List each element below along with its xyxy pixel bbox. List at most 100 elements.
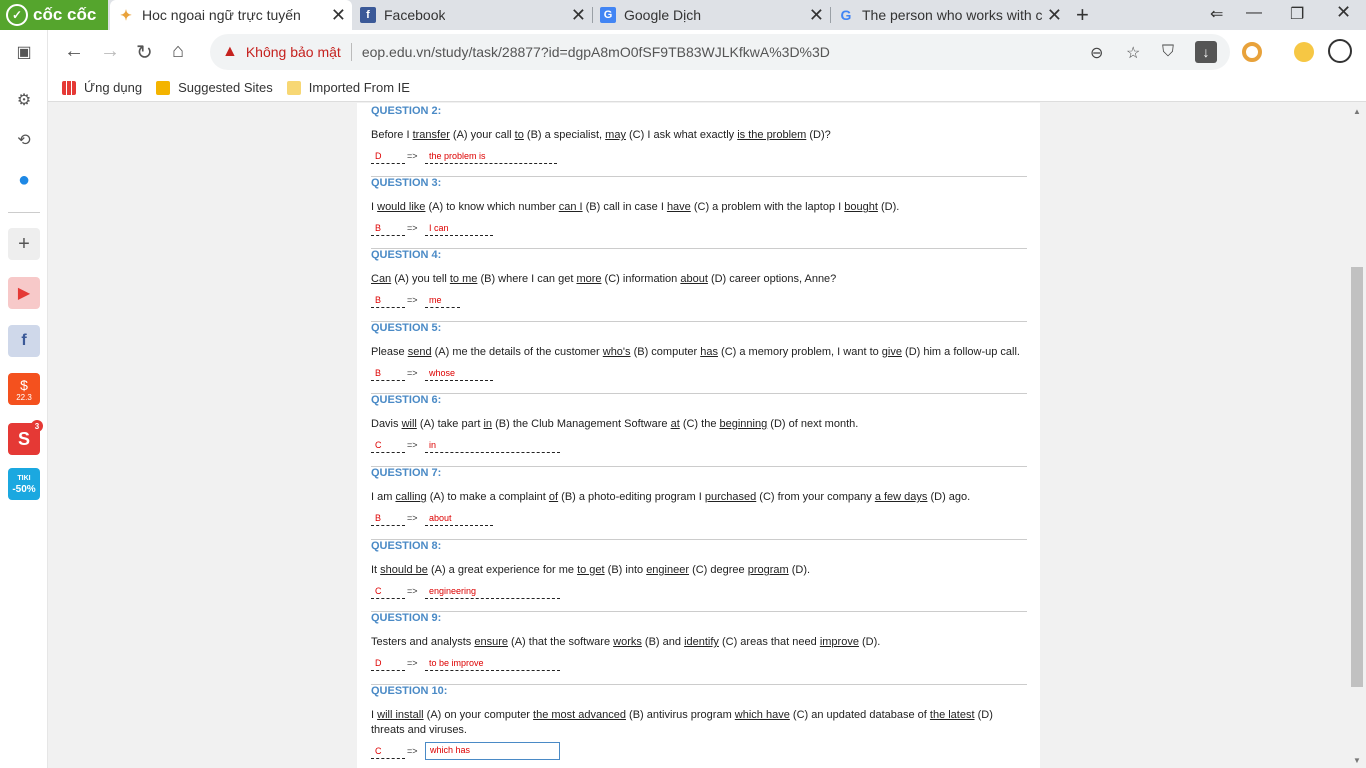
question-fragment: (B) where I can get [477, 273, 577, 285]
tiki-label: TIKI [17, 475, 31, 482]
correction-input[interactable]: which has [425, 742, 560, 760]
sparkle-icon: ✦ [120, 6, 132, 23]
google-translate-icon: G [600, 7, 616, 23]
tab-hoc-ngoai-ngu[interactable]: ✦ Hoc ngoai ngữ trực tuyến ✕ [110, 0, 352, 30]
correction-input[interactable]: whose [425, 367, 493, 381]
correction-input[interactable]: about [425, 512, 493, 526]
minimize-icon[interactable]: — [1246, 4, 1262, 22]
question-text: Davis will (A) take part in (B) the Club… [371, 417, 1027, 432]
answer-letter-input[interactable]: C [371, 745, 405, 759]
browser-toolbar: ← → ↻ ⌂ ▲ Không bảo mật eop.edu.vn/study… [0, 30, 1366, 74]
tab-title: Facebook [384, 7, 446, 23]
question-fragment: (C) from your company [756, 491, 875, 503]
arrow-label: => [407, 440, 418, 450]
url-text[interactable]: eop.edu.vn/study/task/28877?id=dgpA8mO0f… [362, 44, 830, 60]
bing-icon [156, 80, 171, 95]
shield-icon[interactable]: ⛉ [1162, 43, 1174, 61]
sendo-icon[interactable]: S3 [8, 420, 43, 455]
youtube-icon[interactable]: ▶ [8, 277, 40, 309]
history-icon[interactable]: ⟲ [8, 124, 40, 156]
close-icon[interactable]: ✕ [809, 5, 824, 26]
emoji-icon[interactable] [1294, 42, 1314, 62]
underlined-option: in [483, 418, 493, 430]
bookmark-apps[interactable]: Ứng dụng [62, 80, 142, 95]
messenger-icon[interactable]: ● [8, 164, 40, 196]
answer-letter-input[interactable]: D [371, 150, 405, 164]
facebook-sidebar-icon[interactable]: f [8, 325, 40, 357]
arrow-label: => [407, 295, 418, 305]
question-title: QUESTION 8: [371, 540, 442, 552]
question-fragment: (A) take part [416, 418, 484, 430]
correction-input[interactable]: to be improve [425, 657, 560, 671]
answer-letter-input[interactable]: C [371, 585, 405, 599]
answer-letter-input[interactable]: B [371, 222, 405, 236]
address-bar[interactable]: ▲ Không bảo mật eop.edu.vn/study/task/28… [210, 34, 1230, 70]
left-sidebar: ▣ ⚙ ⟲ ● + ▶ f $ 22.3 S3 TIKI -50% [0, 30, 48, 768]
underlined-option: is the problem [737, 129, 807, 141]
correction-input[interactable]: engineering [425, 585, 560, 599]
back-arrow-icon[interactable]: ← [64, 40, 84, 63]
question-title: QUESTION 10: [371, 685, 448, 697]
question-fragment: (A) you tell [391, 273, 450, 285]
answer-row: C => engineering [371, 585, 1027, 607]
settings-gear-icon[interactable]: ⚙ [8, 84, 40, 116]
correction-input[interactable]: me [425, 294, 460, 308]
profile-icon[interactable] [1328, 39, 1352, 63]
tab-google-dich[interactable]: G Google Dịch ✕ [592, 0, 830, 30]
reload-icon[interactable]: ↻ [136, 40, 153, 65]
bookmark-label: Imported From IE [308, 80, 410, 95]
question-fragment: (D). [877, 201, 900, 213]
answer-letter-input[interactable]: D [371, 657, 405, 671]
answer-letter-input[interactable]: B [371, 512, 405, 526]
tab-facebook[interactable]: f Facebook ✕ [352, 0, 592, 30]
arrow-label: => [407, 746, 418, 756]
scrollbar-thumb[interactable] [1351, 267, 1363, 687]
tab-menu-icon[interactable]: ⇐ [1210, 4, 1223, 24]
scroll-down-arrow-icon[interactable]: ▼ [1353, 756, 1361, 765]
home-icon[interactable]: ⌂ [172, 40, 184, 63]
underlined-option: has [700, 346, 718, 358]
bookmark-star-icon[interactable]: ☆ [1126, 43, 1140, 63]
correction-input[interactable]: the problem is [425, 150, 557, 164]
apps-grid-icon [62, 80, 76, 95]
security-label[interactable]: Không bảo mật [246, 44, 341, 60]
close-icon[interactable]: ✕ [331, 5, 346, 26]
question-title: QUESTION 5: [371, 322, 442, 334]
correction-input[interactable]: I can [425, 222, 493, 236]
bookmark-imported-from-ie[interactable]: Imported From IE [286, 80, 410, 95]
scroll-up-arrow-icon[interactable]: ▲ [1353, 107, 1361, 116]
coccoc-logo[interactable]: ✓ cốc cốc [0, 0, 108, 30]
sidebar-divider [8, 212, 40, 213]
sidebar-panel-icon[interactable]: ▣ [8, 36, 40, 68]
answer-letter-input[interactable]: B [371, 367, 405, 381]
correction-input[interactable]: in [425, 439, 560, 453]
question-fragment: (D)? [806, 129, 831, 141]
underlined-option: calling [395, 491, 427, 503]
question-text: I would like (A) to know which number ca… [371, 200, 1027, 215]
bookmark-suggested-sites[interactable]: Suggested Sites [156, 80, 273, 95]
shopee-icon[interactable]: $ 22.3 [8, 373, 40, 405]
restore-icon[interactable]: ❐ [1290, 4, 1304, 24]
download-icon[interactable]: ↓ [1195, 41, 1217, 63]
question-fragment: (C) I ask what exactly [625, 129, 738, 141]
arrow-label: => [407, 368, 418, 378]
tab-google-search[interactable]: G The person who works with c ✕ [830, 0, 1068, 30]
answer-row: B => whose [371, 367, 1027, 389]
zoom-out-icon[interactable]: ⊖ [1090, 43, 1103, 63]
close-icon[interactable]: ✕ [571, 5, 586, 26]
close-icon[interactable]: ✕ [1047, 5, 1062, 26]
question-fragment: (C) the [679, 418, 720, 430]
bag-icon: $ [20, 376, 28, 393]
new-tab-plus-icon[interactable]: + [1076, 2, 1089, 28]
extension-icon[interactable] [1242, 42, 1262, 62]
underlined-option: transfer [412, 129, 450, 141]
window-close-icon[interactable]: ✕ [1336, 2, 1351, 23]
forward-arrow-icon[interactable]: → [100, 40, 120, 63]
answer-letter-input[interactable]: C [371, 439, 405, 453]
answer-row: C => in [371, 439, 1027, 461]
add-plus-icon[interactable]: + [8, 228, 40, 260]
answer-letter-input[interactable]: B [371, 294, 405, 308]
tiki-icon[interactable]: TIKI -50% [8, 468, 40, 500]
underlined-option: may [605, 129, 626, 141]
question-title: QUESTION 6: [371, 394, 442, 406]
